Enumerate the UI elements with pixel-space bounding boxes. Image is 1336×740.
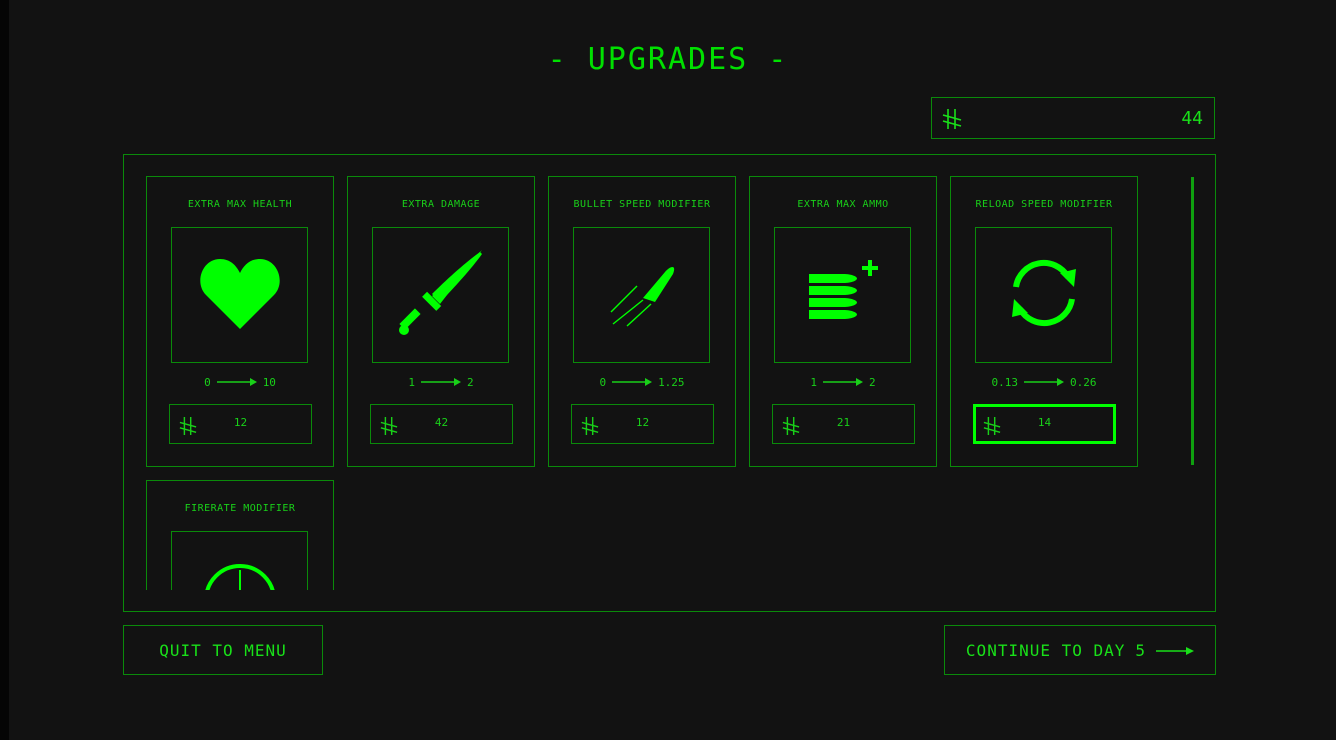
continue-day-number: 5 bbox=[1135, 640, 1147, 660]
buy-button[interactable]: 21 bbox=[772, 404, 915, 444]
stat-to: 2 bbox=[467, 376, 474, 389]
stat-from: 0 bbox=[599, 376, 607, 389]
stat-to: 0.26 bbox=[1070, 376, 1097, 389]
left-edge-strip bbox=[0, 0, 9, 740]
stat-to: 10 bbox=[262, 376, 276, 389]
continue-button[interactable]: CONTINUE TO DAY 5 bbox=[944, 625, 1216, 675]
upgrade-price: 21 bbox=[836, 416, 851, 429]
upgrade-stat-change: 0 1.25 bbox=[549, 376, 735, 389]
upgrade-name: BULLET SPEED MODIFIER bbox=[573, 199, 711, 210]
upgrade-stat-change: 1 2 bbox=[750, 376, 936, 389]
arrow-right-icon bbox=[1156, 641, 1195, 660]
currency-glyph-icon bbox=[942, 107, 962, 135]
quit-label: QUIT TO MENU bbox=[159, 640, 287, 660]
arrow-right-icon bbox=[823, 376, 863, 389]
stat-to: 2 bbox=[869, 376, 876, 389]
upgrade-icon-frame bbox=[372, 227, 509, 363]
bullet-icon bbox=[607, 258, 677, 332]
stat-from: 1 bbox=[810, 376, 817, 389]
upgrade-card-reload-speed-modifier: RELOAD SPEED MODIFIER 0.13 0.26 14 bbox=[950, 176, 1138, 467]
upgrade-card-extra-max-health: EXTRA MAX HEALTH 0 10 12 bbox=[146, 176, 334, 467]
stat-from: 0.13 bbox=[991, 376, 1019, 389]
continue-label: CONTINUE TO DAY bbox=[965, 640, 1126, 660]
upgrade-icon-frame bbox=[975, 227, 1112, 363]
upgrade-card-firerate-modifier: FIRERATE MODIFIER bbox=[146, 480, 334, 590]
upgrade-card-extra-damage: EXTRA DAMAGE 1 2 42 bbox=[347, 176, 535, 467]
scrollbar[interactable] bbox=[1191, 177, 1194, 465]
arrow-right-icon bbox=[216, 376, 257, 389]
upgrade-stat-change: 1 2 bbox=[348, 376, 534, 389]
stat-to: 1.25 bbox=[658, 376, 685, 389]
upgrades-scroll-area[interactable]: EXTRA MAX HEALTH 0 10 12 EXTRA DAMAGE 1 … bbox=[146, 176, 1196, 590]
upgrade-name: EXTRA MAX AMMO bbox=[797, 199, 889, 210]
balance-value: 44 bbox=[1181, 108, 1203, 129]
stat-from: 0 bbox=[204, 376, 211, 389]
stat-from: 1 bbox=[408, 376, 415, 389]
upgrade-card-extra-max-ammo: EXTRA MAX AMMO 1 2 21 bbox=[749, 176, 937, 467]
quit-to-menu-button[interactable]: QUIT TO MENU bbox=[123, 625, 323, 675]
ammo-plus-icon bbox=[805, 258, 881, 332]
buy-button-selected[interactable]: 14 bbox=[973, 404, 1116, 444]
upgrade-icon-frame bbox=[774, 227, 911, 363]
upgrade-price: 12 bbox=[635, 416, 650, 429]
upgrades-panel: EXTRA MAX HEALTH 0 10 12 EXTRA DAMAGE 1 … bbox=[123, 154, 1216, 612]
heart-icon bbox=[198, 253, 282, 337]
upgrade-stat-change: 0 10 bbox=[147, 376, 333, 389]
buy-button[interactable]: 12 bbox=[169, 404, 312, 444]
upgrade-name: EXTRA DAMAGE bbox=[401, 199, 481, 210]
upgrade-icon-frame bbox=[171, 531, 308, 590]
upgrade-name: RELOAD SPEED MODIFIER bbox=[975, 199, 1113, 210]
upgrade-name: FIRERATE MODIFIER bbox=[184, 503, 296, 514]
arrow-right-icon bbox=[1024, 376, 1064, 389]
upgrade-price: 42 bbox=[434, 416, 449, 429]
upgrade-icon-frame bbox=[573, 227, 710, 363]
upgrade-name: EXTRA MAX HEALTH bbox=[187, 199, 293, 210]
gauge-icon bbox=[202, 562, 278, 590]
sword-icon bbox=[396, 248, 486, 342]
arrow-right-icon bbox=[421, 376, 461, 389]
reload-icon bbox=[1004, 253, 1084, 337]
upgrade-icon-frame bbox=[171, 227, 308, 363]
page-title: - UPGRADES - bbox=[547, 42, 789, 77]
upgrade-card-bullet-speed-modifier: BULLET SPEED MODIFIER 0 1.25 12 bbox=[548, 176, 736, 467]
currency-balance: 44 bbox=[931, 97, 1215, 139]
arrow-right-icon bbox=[612, 376, 653, 389]
upgrade-price: 12 bbox=[233, 416, 248, 429]
upgrade-stat-change: 0.13 0.26 bbox=[951, 376, 1137, 389]
buy-button[interactable]: 42 bbox=[370, 404, 513, 444]
buy-button[interactable]: 12 bbox=[571, 404, 714, 444]
upgrade-price: 14 bbox=[1037, 416, 1052, 429]
